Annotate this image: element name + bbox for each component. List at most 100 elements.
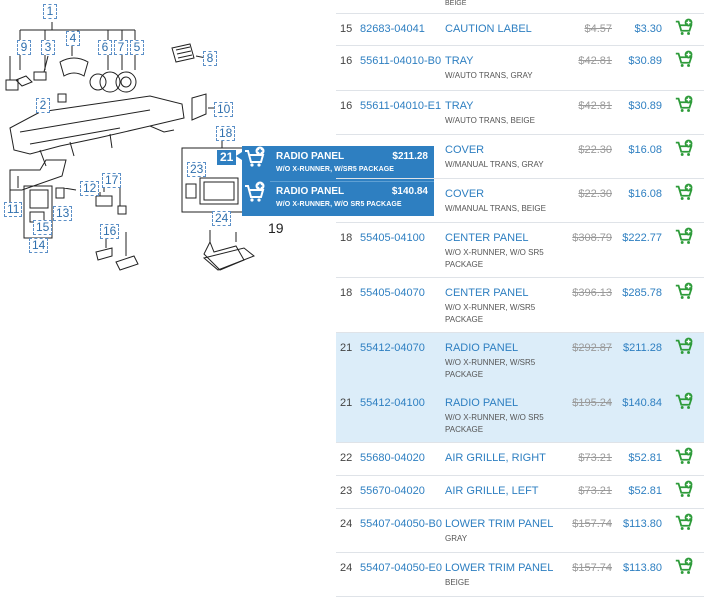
row-sale-price: $3.30 — [634, 23, 662, 35]
row-part-number-link[interactable]: 55407-04050-E0 — [360, 562, 442, 574]
row-part-name-link[interactable]: AIR GRILLE, RIGHT — [445, 452, 546, 464]
row-list-price: $42.81 — [578, 100, 612, 112]
cart-plus-icon[interactable] — [674, 392, 694, 412]
row-part-name-link[interactable]: COVER — [445, 188, 484, 200]
cart-plus-icon[interactable] — [674, 557, 694, 577]
cart-plus-icon[interactable] — [674, 95, 694, 115]
row-part-name-link[interactable]: LOWER TRIM PANEL — [445, 562, 553, 574]
callout-14[interactable]: 14 — [29, 238, 49, 253]
callout-17[interactable]: 17 — [102, 173, 122, 188]
callout-12[interactable]: 12 — [80, 181, 100, 196]
cart-plus-icon[interactable] — [674, 513, 694, 533]
cart-plus-icon[interactable] — [674, 337, 694, 357]
parts-row: 23 55670-04020 AIR GRILLE, LEFT $73.21 $52.8… — [336, 476, 704, 509]
cart-plus-icon[interactable] — [674, 282, 694, 302]
callout-24[interactable]: 24 — [212, 211, 232, 226]
row-part-number-link[interactable]: 55407-04050-B0 — [360, 518, 442, 530]
row-sale-price: $52.81 — [628, 485, 662, 497]
cart-plus-icon[interactable] — [674, 139, 694, 159]
row-part-description: W/O X-RUNNER, W/SR5 — [445, 303, 536, 312]
callout-8[interactable]: 8 — [203, 51, 217, 66]
row-part-description: W/MANUAL TRANS, GRAY — [445, 160, 544, 169]
callout-3[interactable]: 3 — [41, 40, 55, 55]
cart-plus-icon[interactable] — [674, 18, 694, 38]
row-part-name-link[interactable]: CENTER PANEL — [445, 232, 529, 244]
row-ref-number: 21 — [340, 342, 353, 354]
row-list-price: $22.30 — [578, 144, 612, 156]
popup-item-name[interactable]: RADIO PANEL — [276, 186, 344, 197]
row-sale-price: $113.80 — [623, 518, 662, 530]
row-sale-price: $30.89 — [628, 100, 662, 112]
row-part-number-link[interactable]: 55405-04100 — [360, 232, 425, 244]
callout-23[interactable]: 23 — [187, 162, 207, 177]
callout-6[interactable]: 6 — [98, 40, 112, 55]
row-part-description: PACKAGE — [445, 315, 484, 324]
parts-row: COVER W/MANUAL TRANS, GRAY $22.30 $16.08 — [336, 135, 704, 179]
callout-21[interactable]: 21 — [217, 150, 237, 165]
row-part-number-link[interactable]: 55611-04010-E1 — [360, 100, 441, 112]
parts-row: 16 55611-04010-B0 TRAY W/AUTO TRANS, GRAY $4… — [336, 46, 704, 91]
row-ref-number: 15 — [340, 23, 353, 35]
row-list-price: $396.13 — [572, 287, 612, 299]
callout-18[interactable]: 18 — [216, 126, 236, 141]
row-part-name-link[interactable]: CENTER PANEL — [445, 287, 529, 299]
row-list-price: $292.87 — [572, 342, 612, 354]
popup-item-name[interactable]: RADIO PANEL — [276, 151, 344, 162]
row-sale-price: $140.84 — [622, 397, 662, 409]
cart-plus-icon[interactable] — [674, 480, 694, 500]
row-part-number-link[interactable]: 55611-04010-B0 — [360, 55, 441, 67]
callout-13[interactable]: 13 — [53, 206, 73, 221]
cart-plus-icon[interactable] — [674, 447, 694, 467]
callout-2[interactable]: 2 — [36, 98, 50, 113]
row-sale-price: $211.28 — [623, 342, 662, 354]
row-part-name-link[interactable]: COVER — [445, 144, 484, 156]
cart-plus-icon[interactable] — [674, 227, 694, 247]
parts-diagram: 1 9 3 4 6 7 5 8 2 10 18 21 23 12 17 11 1… — [0, 0, 434, 599]
row-part-number-link[interactable]: 55412-04100 — [360, 397, 425, 409]
row-part-number-link[interactable]: 82683-04041 — [360, 23, 425, 35]
cart-plus-icon[interactable] — [242, 181, 266, 205]
row-part-description: BEIGE — [445, 578, 470, 587]
callout-10[interactable]: 10 — [214, 102, 234, 117]
row-part-name-link[interactable]: LOWER TRIM PANEL — [445, 518, 553, 530]
row-part-description: PACKAGE — [445, 370, 484, 379]
row-part-description: PACKAGE — [445, 260, 484, 269]
row-part-number-link[interactable]: 55680-04020 — [360, 452, 425, 464]
row-part-description: W/AUTO TRANS, GRAY — [445, 71, 533, 80]
row-part-number-link[interactable]: 55670-04020 — [360, 485, 425, 497]
cart-plus-icon[interactable] — [242, 146, 266, 170]
row-part-name-link[interactable]: TRAY — [445, 100, 474, 112]
row-sale-price: $285.78 — [622, 287, 662, 299]
row-part-number-link[interactable]: 55405-04070 — [360, 287, 425, 299]
row-part-description: W/O X-RUNNER, W/O SR5 — [445, 248, 544, 257]
row-ref-number: 24 — [340, 518, 353, 530]
row-sale-price: $16.08 — [628, 188, 662, 200]
callout-11[interactable]: 11 — [4, 202, 23, 217]
cart-plus-icon[interactable] — [674, 50, 694, 70]
parts-row: 24 55407-04050-B0 LOWER TRIM PANEL GRAY $157… — [336, 509, 704, 553]
callout-9[interactable]: 9 — [17, 40, 31, 55]
parts-row: 18 55405-04100 CENTER PANEL W/O X-RUNNER, W… — [336, 223, 704, 278]
parts-row: 15 82683-04041 CAUTION LABEL $4.57 $3.30 — [336, 14, 704, 46]
row-sale-price: $113.80 — [623, 562, 662, 574]
parts-table: 15 82683-04041 CAUTION LABEL $4.57 $3.30 16 55… — [336, 0, 704, 599]
row-part-name-link[interactable]: RADIO PANEL — [445, 342, 518, 354]
callout-1[interactable]: 1 — [43, 4, 57, 19]
parts-row: 21 55412-04100 RADIO PANEL W/O X-RUNNER, W/… — [336, 388, 704, 443]
row-sale-price: $16.08 — [628, 144, 662, 156]
cart-plus-icon[interactable] — [674, 183, 694, 203]
callout-4[interactable]: 4 — [66, 31, 80, 46]
callout-5[interactable]: 5 — [130, 40, 144, 55]
row-part-description: W/MANUAL TRANS, BEIGE — [445, 204, 546, 213]
row-part-name-link[interactable]: AIR GRILLE, LEFT — [445, 485, 539, 497]
callout-7[interactable]: 7 — [114, 40, 128, 55]
callout-16[interactable]: 16 — [100, 224, 120, 239]
row-list-price: $42.81 — [578, 55, 612, 67]
row-part-name-link[interactable]: RADIO PANEL — [445, 397, 518, 409]
row-part-name-link[interactable]: CAUTION LABEL — [445, 23, 532, 35]
callout-15[interactable]: 15 — [33, 220, 53, 235]
row-sale-price: $52.81 — [628, 452, 662, 464]
row-part-number-link[interactable]: 55412-04070 — [360, 342, 425, 354]
row-part-description: PACKAGE — [445, 425, 484, 434]
row-part-name-link[interactable]: TRAY — [445, 55, 474, 67]
